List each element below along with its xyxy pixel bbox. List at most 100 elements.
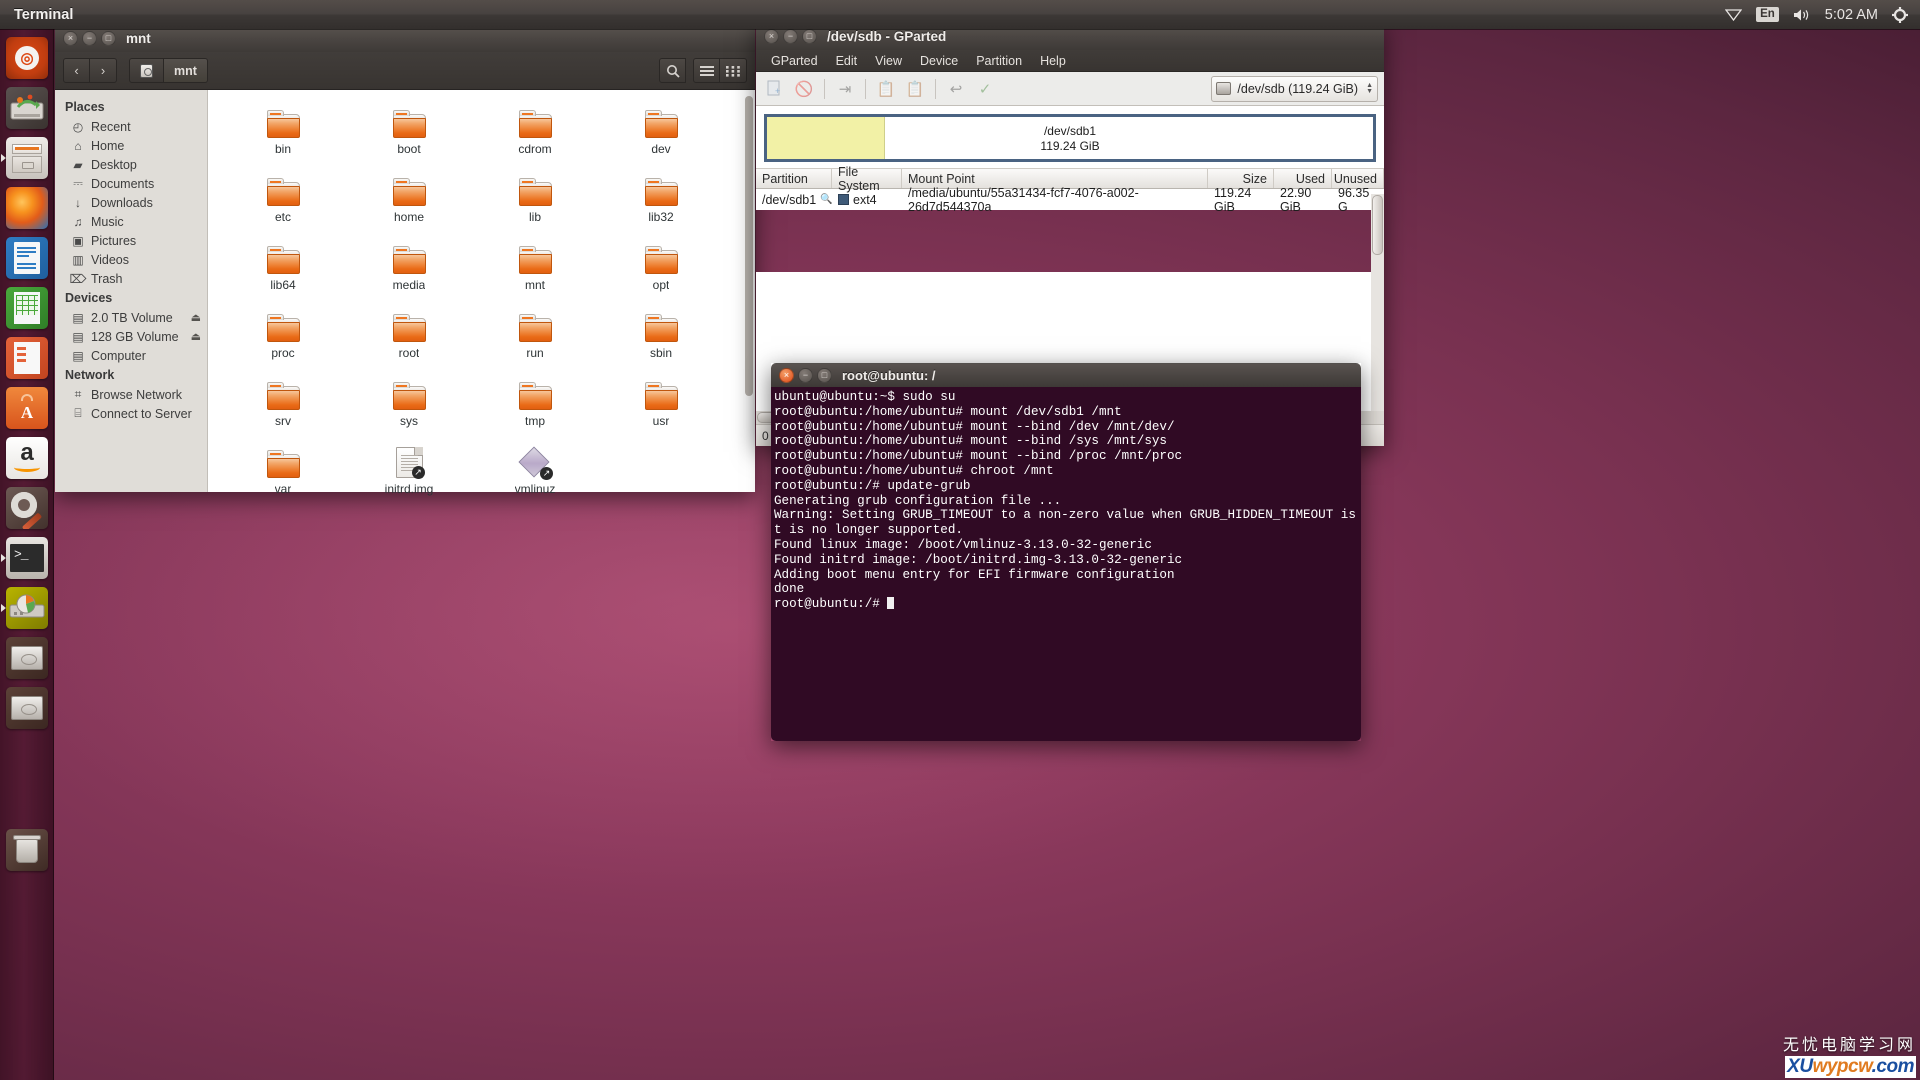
file-item[interactable]: ↗ initrd.img [346,444,472,506]
file-item[interactable]: run [472,308,598,370]
terminal-titlebar[interactable]: × − □ root@ubuntu: / [771,363,1361,387]
minimize-button[interactable]: − [82,31,97,46]
column-header-filesystem[interactable]: File System [832,165,902,193]
table-row[interactable]: /dev/sdb1 🔍 ext4 /media/ubuntu/55a31434-… [756,186,1384,214]
panel-app-title[interactable]: Terminal [14,7,73,23]
close-button[interactable]: × [764,29,779,44]
launcher-item-drive-2[interactable] [0,683,54,733]
sidebar-item-documents[interactable]: ⎓ Documents [55,174,207,193]
file-item[interactable]: dev [598,104,724,166]
back-button[interactable]: ‹ [63,58,90,83]
delete-partition-icon[interactable]: 🚫 [791,76,817,102]
file-item[interactable]: lib64 [220,240,346,302]
volume-icon[interactable] [1793,8,1811,22]
file-item[interactable]: ↗ vmlinuz [472,444,598,506]
spinner-arrows-icon[interactable]: ▲ ▼ [1366,82,1373,95]
menu-item-view[interactable]: View [866,52,911,70]
apply-icon[interactable]: ✓ [972,76,998,102]
sidebar-item-videos[interactable]: ▥ Videos [55,250,207,269]
launcher-item-drive-1[interactable] [0,633,54,683]
menu-item-help[interactable]: Help [1031,52,1075,70]
sidebar-item-connect-to-server[interactable]: ⌸ Connect to Server [55,404,207,423]
launcher-item-ubuntu-software[interactable]: A [0,383,54,433]
scrollbar-thumb[interactable] [1372,195,1383,255]
sidebar-item-128-gb-volume[interactable]: ▤ 128 GB Volume ⏏ [55,327,207,346]
file-item[interactable]: mnt [472,240,598,302]
file-item[interactable]: var [220,444,346,506]
sidebar-item-home[interactable]: ⌂ Home [55,136,207,155]
close-button[interactable]: × [779,368,794,383]
file-item[interactable]: proc [220,308,346,370]
wifi-icon[interactable] [1725,8,1743,21]
file-item[interactable]: boot [346,104,472,166]
launcher-item-disk-usage[interactable] [0,583,54,633]
keyboard-layout-indicator[interactable]: En [1756,6,1779,23]
sidebar-item-music[interactable]: ♫ Music [55,212,207,231]
file-item[interactable]: usr [598,376,724,438]
file-item[interactable]: lib [472,172,598,234]
breadcrumb-device[interactable] [129,58,164,83]
sidebar-item-pictures[interactable]: ▣ Pictures [55,231,207,250]
file-item[interactable]: sys [346,376,472,438]
menu-item-partition[interactable]: Partition [967,52,1031,70]
scrollbar-thumb[interactable] [745,96,753,396]
file-item[interactable]: media [346,240,472,302]
sidebar-item-browse-network[interactable]: ⌗ Browse Network [55,385,207,404]
clock[interactable]: 5:02 AM [1825,7,1878,23]
launcher-item-gparted[interactable] [0,83,54,133]
gear-session-icon[interactable] [1892,6,1908,23]
sidebar-item-2-0-tb-volume[interactable]: ▤ 2.0 TB Volume ⏏ [55,308,207,327]
file-item[interactable]: cdrom [472,104,598,166]
eject-icon[interactable]: ⏏ [191,311,201,324]
maximize-button[interactable]: □ [802,29,817,44]
launcher-item-system-settings[interactable] [0,483,54,533]
launcher-item-libreoffice-calc[interactable] [0,283,54,333]
maximize-button[interactable]: □ [101,31,116,46]
column-header-partition[interactable]: Partition [756,169,832,188]
sidebar-item-desktop[interactable]: ▰ Desktop [55,155,207,174]
maximize-button[interactable]: □ [817,368,832,383]
launcher-item-ubuntu-dash[interactable]: ◎ [0,33,54,83]
gparted-partition-graphic[interactable]: /dev/sdb1 119.24 GiB [756,106,1384,168]
file-item[interactable]: opt [598,240,724,302]
vertical-scrollbar[interactable] [745,96,753,476]
file-item[interactable]: sbin [598,308,724,370]
launcher-item-libreoffice-writer[interactable] [0,233,54,283]
terminal-output[interactable]: ubuntu@ubuntu:~$ sudo su root@ubuntu:/hom… [771,387,1361,741]
resize-move-icon[interactable]: ⇥ [832,76,858,102]
launcher-item-trash[interactable] [0,825,54,875]
file-item[interactable]: root [346,308,472,370]
minimize-button[interactable]: − [798,368,813,383]
menu-item-gparted[interactable]: GParted [762,52,827,70]
file-item[interactable]: lib32 [598,172,724,234]
launcher-item-libreoffice-impress[interactable] [0,333,54,383]
file-item[interactable]: bin [220,104,346,166]
sidebar-item-trash[interactable]: ⌦ Trash [55,269,207,288]
launcher-item-amazon[interactable]: a [0,433,54,483]
breadcrumb-mnt[interactable]: mnt [164,58,208,83]
copy-icon[interactable]: 📋 [873,76,899,102]
minimize-button[interactable]: − [783,29,798,44]
new-partition-icon[interactable]: + [762,76,788,102]
sidebar-item-computer[interactable]: ▤ Computer [55,346,207,365]
paste-icon[interactable]: 📋 [902,76,928,102]
search-icon[interactable] [659,58,686,83]
menu-item-device[interactable]: Device [911,52,967,70]
forward-button[interactable]: › [90,58,117,83]
launcher-item-terminal[interactable]: >_ [0,533,54,583]
list-view-icon[interactable] [693,58,720,83]
gparted-vertical-scrollbar[interactable] [1371,194,1384,411]
close-button[interactable]: × [63,31,78,46]
launcher-item-firefox[interactable] [0,183,54,233]
undo-icon[interactable]: ↩ [943,76,969,102]
file-item[interactable]: home [346,172,472,234]
partition-visual[interactable]: /dev/sdb1 119.24 GiB [764,114,1376,162]
device-selector[interactable]: /dev/sdb (119.24 GiB) ▲ ▼ [1211,75,1378,102]
menu-item-edit[interactable]: Edit [827,52,867,70]
eject-icon[interactable]: ⏏ [191,330,201,343]
sidebar-item-recent[interactable]: ◴ Recent [55,117,207,136]
file-item[interactable]: srv [220,376,346,438]
file-item[interactable]: etc [220,172,346,234]
grid-view-icon[interactable] [720,58,747,83]
file-manager-content[interactable]: bin boot cdrom dev etc home lib lib32 lib64 media… [208,90,755,496]
